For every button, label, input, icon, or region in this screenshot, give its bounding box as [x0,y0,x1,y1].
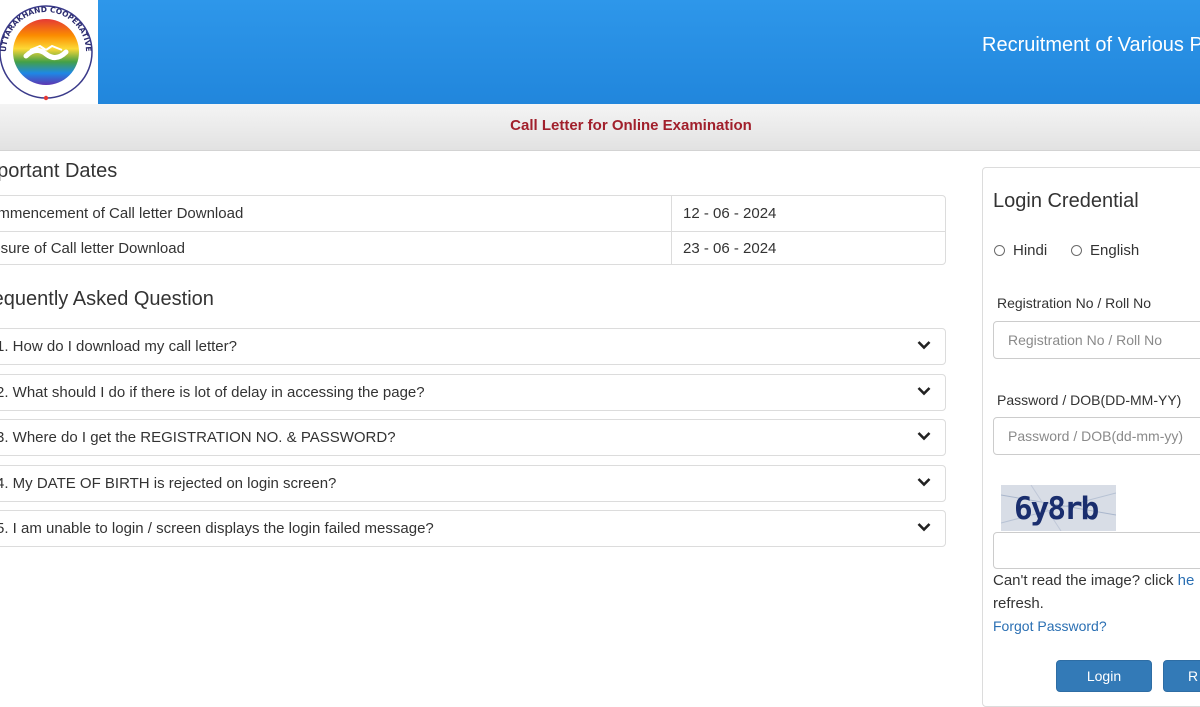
date-value: 12 - 06 - 2024 [683,205,777,222]
table-row: losure of Call letter Download 23 - 06 -… [0,231,945,266]
password-input[interactable] [993,417,1200,455]
radio-label: Hindi [1013,242,1048,259]
date-label: ommencement of Call letter Download [0,205,244,222]
faq-heading: requently Asked Question [0,288,214,310]
faq-item-4[interactable]: 4. My DATE OF BIRTH is rejected on login… [0,465,946,502]
important-dates-table: ommencement of Call letter Download 12 -… [0,195,946,265]
faq-question: 3. Where do I get the REGISTRATION NO. &… [0,429,396,446]
registration-input[interactable] [993,321,1200,359]
captcha-image: 6y8rb [1001,485,1116,531]
language-hindi-radio[interactable]: Hindi [994,242,1047,259]
captcha-refresh-link[interactable]: he [1178,572,1195,589]
subheader-bar: Call Letter for Online Examination [0,104,1200,151]
date-value: 23 - 06 - 2024 [683,240,777,257]
header-banner: UTTARAKHAND COOPERATIVE INSTITUTIONAL SE… [0,0,1200,104]
login-title: Login Credential [993,190,1139,212]
important-dates-heading: nportant Dates [0,160,118,182]
radio-label: English [1090,242,1140,259]
page-header-title: Recruitment of Various P [982,34,1200,56]
faq-item-2[interactable]: 2. What should I do if there is lot of d… [0,374,946,411]
login-button[interactable]: Login [1056,660,1152,692]
table-row: ommencement of Call letter Download 12 -… [0,196,945,232]
chevron-down-icon[interactable] [917,477,931,487]
board-logo: UTTARAKHAND COOPERATIVE INSTITUTIONAL SE… [0,0,98,104]
reset-button[interactable]: R [1163,660,1200,692]
faq-item-3[interactable]: 3. Where do I get the REGISTRATION NO. &… [0,419,946,456]
faq-question: 4. My DATE OF BIRTH is rejected on login… [0,475,337,492]
captcha-text: 6y8rb [1014,491,1099,527]
language-english-radio[interactable]: English [1071,242,1139,259]
faq-question: 1. How do I download my call letter? [0,338,237,355]
faq-question: 2. What should I do if there is lot of d… [0,384,425,401]
captcha-input[interactable] [993,532,1200,569]
column-divider [671,195,672,265]
chevron-down-icon[interactable] [917,522,931,532]
faq-item-5[interactable]: 5. I am unable to login / screen display… [0,510,946,547]
chevron-down-icon[interactable] [917,431,931,441]
refresh-text: refresh. [993,595,1044,612]
call-letter-title: Call Letter for Online Examination [510,117,752,134]
faq-item-1[interactable]: 1. How do I download my call letter? [0,328,946,365]
captcha-help-text: Can't read the image? click [993,572,1178,589]
forgot-password-link[interactable]: Forgot Password? [993,618,1107,634]
board-logo-icon: UTTARAKHAND COOPERATIVE INSTITUTIONAL SE… [0,0,93,101]
date-label: losure of Call letter Download [0,240,185,257]
captcha-help: Can't read the image? click he [993,572,1194,589]
registration-label: Registration No / Roll No [997,295,1152,311]
radio-button[interactable] [994,245,1005,256]
chevron-down-icon[interactable] [917,386,931,396]
radio-button[interactable] [1071,245,1082,256]
chevron-down-icon[interactable] [917,340,931,350]
faq-question: 5. I am unable to login / screen display… [0,520,434,537]
password-label: Password / DOB(DD-MM-YY) [997,392,1182,408]
